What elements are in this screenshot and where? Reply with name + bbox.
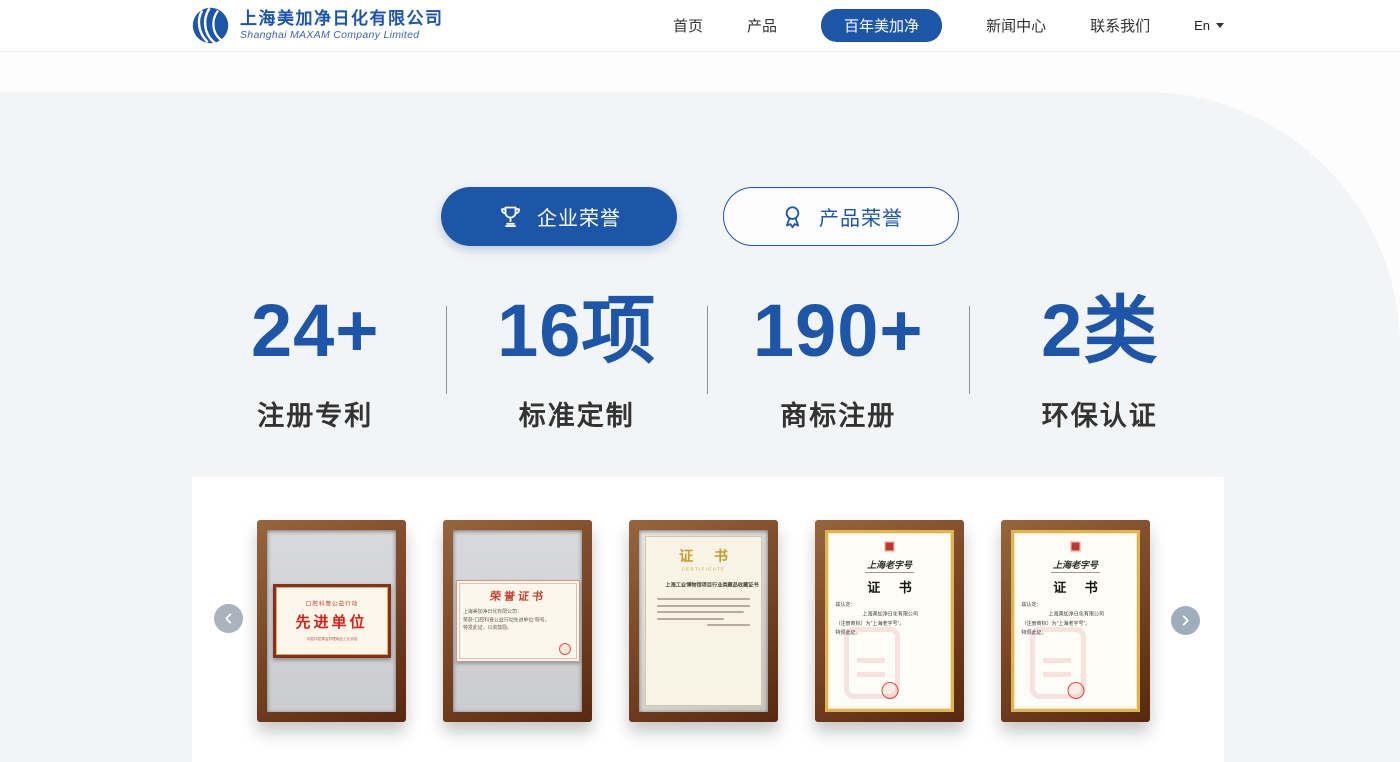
- stat-label: 标准定制: [447, 394, 708, 433]
- red-square-seal-icon: [1070, 541, 1081, 552]
- brand-logo[interactable]: 上海美加净日化有限公司 Shanghai MAXAM Company Limit…: [190, 5, 444, 46]
- certificate-body: 上海美加净日化有限公司： 荣获“口腔科普公益行动先进单位”称号， 特发此证，以资…: [463, 608, 573, 632]
- certificate-title: 证 书: [660, 546, 755, 566]
- nav-item-products[interactable]: 产品: [747, 15, 777, 36]
- certificate-item-advanced-unit: 口腔科普公益行动 先进单位 中国口腔清洁护理用品工业协会: [257, 520, 406, 722]
- certificate-title: 荣誉证书: [462, 588, 574, 604]
- brand-text: 上海美加净日化有限公司 Shanghai MAXAM Company Limit…: [240, 10, 444, 42]
- certificate-item-laozihao-2: 上海老字号 证 书 兹认定： 上海美加净日化有限公司 （注册商标）为“上海老字号…: [1001, 520, 1150, 722]
- maxam-swirl-logo-icon: [190, 5, 231, 46]
- stat-label: 环保认证: [970, 394, 1231, 433]
- stat-value: 24+: [185, 292, 446, 370]
- tab-enterprise-honor[interactable]: 企业荣誉: [441, 187, 677, 246]
- honor-tabs: 企业荣誉 产品荣誉: [0, 187, 1400, 246]
- brand-name-en: Shanghai MAXAM Company Limited: [240, 29, 444, 41]
- carousel-prev-button[interactable]: [214, 604, 243, 633]
- plaque-caption: 中国口腔清洁护理用品工业协会: [306, 636, 357, 641]
- certificate-body: 兹认定： 上海美加净日化有限公司 （注册商标）为“上海老字号”。 特颁此证。: [834, 601, 945, 638]
- honor-certificate: 荣誉证书 上海美加净日化有限公司： 荣获“口腔科普公益行动先进单位”称号， 特发…: [456, 580, 580, 662]
- stat-value: 16项: [447, 292, 708, 370]
- nav-item-century-maxam[interactable]: 百年美加净: [821, 9, 942, 42]
- stat-label: 商标注册: [708, 394, 969, 433]
- laozihao-mark: 上海老字号: [865, 558, 914, 573]
- certificate-frames: 口腔科普公益行动 先进单位 中国口腔清洁护理用品工业协会 荣誉证书 上海美加净日…: [192, 477, 1224, 722]
- stat-value: 2类: [970, 292, 1231, 370]
- stat-label: 注册专利: [185, 394, 446, 433]
- honors-section: 企业荣誉 产品荣誉 24+ 注册专利 16项 标准定制 190: [0, 92, 1400, 762]
- caret-down-icon: [1216, 23, 1224, 28]
- stat-registered-patents: 24+ 注册专利: [185, 292, 446, 433]
- certificate-title: 证 书: [1027, 577, 1131, 596]
- tab-product-honor[interactable]: 产品荣誉: [723, 187, 959, 246]
- stat-trademarks: 190+ 商标注册: [708, 292, 969, 433]
- certificate-subtitle: CERTIFICATE: [666, 568, 740, 572]
- top-navigation-bar: 上海美加净日化有限公司 Shanghai MAXAM Company Limit…: [0, 0, 1400, 52]
- chevron-left-icon: [223, 613, 234, 624]
- language-label: En: [1194, 18, 1210, 33]
- plaque-subtitle: 口腔科普公益行动: [305, 599, 357, 607]
- trophy-icon: [497, 203, 524, 230]
- red-round-seal-icon: [881, 682, 898, 699]
- red-square-seal-icon: [884, 541, 895, 552]
- chevron-right-icon: [1180, 615, 1191, 626]
- certificates-carousel: 口腔科普公益行动 先进单位 中国口腔清洁护理用品工业协会 荣誉证书 上海美加净日…: [192, 477, 1224, 762]
- language-selector[interactable]: En: [1194, 18, 1224, 33]
- stat-standards: 16项 标准定制: [447, 292, 708, 433]
- certificate-title: 证 书: [841, 577, 945, 596]
- stat-value: 190+: [708, 292, 969, 370]
- stat-eco-certifications: 2类 环保认证: [970, 292, 1231, 433]
- white-strip: [0, 52, 1400, 92]
- brand-name-cn: 上海美加净日化有限公司: [240, 10, 444, 29]
- tab-label: 企业荣誉: [537, 202, 621, 231]
- stats-row: 24+ 注册专利 16项 标准定制 190+ 商标注册 2类 环保认证: [185, 292, 1230, 433]
- nav-item-home[interactable]: 首页: [673, 15, 703, 36]
- main-nav: 首页 产品 百年美加净 新闻中心 联系我们 En: [673, 9, 1224, 42]
- certificate-text-lines: [652, 598, 755, 626]
- certificate-heading: 上海工业博物馆项目行业类藏品收藏证书: [665, 581, 741, 588]
- page-body: 企业荣誉 产品荣誉 24+ 注册专利 16项 标准定制 190: [0, 52, 1400, 762]
- plaque-title: 先进单位: [295, 611, 367, 632]
- certificate-item-laozihao-1: 上海老字号 证 书 兹认定： 上海美加净日化有限公司 （注册商标）为“上海老字号…: [815, 520, 964, 722]
- red-seal-icon: [559, 643, 571, 655]
- medal-icon: [779, 203, 806, 230]
- laozihao-mark: 上海老字号: [1051, 558, 1100, 573]
- tab-label: 产品荣誉: [819, 202, 903, 231]
- certificate-item-museum-collection: 证 书 CERTIFICATE 上海工业博物馆项目行业类藏品收藏证书: [629, 520, 778, 722]
- red-round-seal-icon: [1067, 682, 1084, 699]
- certificate-body: 兹认定： 上海美加净日化有限公司 （注册商标）为“上海老字号”。 特颁此证。: [1020, 601, 1131, 638]
- nav-item-contact-us[interactable]: 联系我们: [1090, 15, 1150, 36]
- carousel-next-button[interactable]: [1171, 606, 1200, 635]
- nav-item-news-center[interactable]: 新闻中心: [986, 15, 1046, 36]
- red-plaque: 口腔科普公益行动 先进单位 中国口腔清洁护理用品工业协会: [273, 584, 391, 658]
- silver-certificate: 证 书 CERTIFICATE 上海工业博物馆项目行业类藏品收藏证书: [645, 536, 762, 706]
- certificate-item-honor-cert: 荣誉证书 上海美加净日化有限公司： 荣获“口腔科普公益行动先进单位”称号， 特发…: [443, 520, 592, 722]
